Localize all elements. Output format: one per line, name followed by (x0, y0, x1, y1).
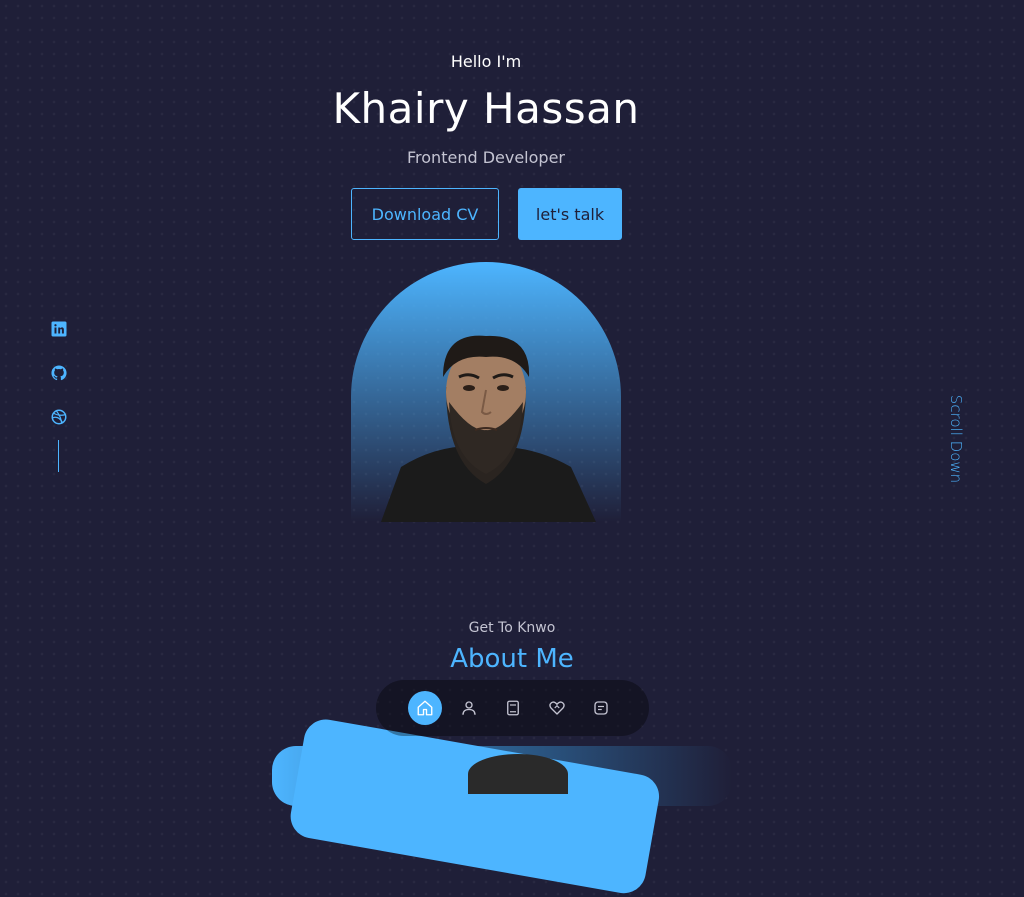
about-photo (468, 754, 568, 794)
services-icon (548, 701, 565, 715)
nav-about[interactable] (452, 691, 486, 725)
lets-talk-button[interactable]: let's talk (518, 188, 622, 240)
bottom-nav (376, 680, 649, 736)
nav-experience[interactable] (496, 691, 530, 725)
scroll-down-link[interactable]: Scroll Down (947, 389, 965, 489)
hero-greeting: Hello I'm (450, 52, 522, 71)
github-icon[interactable] (50, 364, 68, 382)
hero-name: Khairy Hassan (332, 84, 640, 133)
hero-role: Frontend Developer (407, 148, 565, 167)
linkedin-icon[interactable] (50, 320, 68, 338)
nav-services[interactable] (540, 691, 574, 725)
about-subtitle: Get To Knwo (468, 620, 556, 636)
profile-photo (381, 335, 596, 522)
message-icon (593, 701, 608, 715)
download-cv-button[interactable]: Download CV (351, 188, 499, 240)
social-links (48, 320, 70, 452)
about-title: About Me (450, 644, 574, 674)
nav-home[interactable] (407, 691, 442, 725)
profile-photo-frame (351, 262, 621, 522)
book-icon (506, 700, 519, 716)
nav-contact[interactable] (584, 691, 618, 725)
user-icon (461, 701, 476, 715)
home-icon (417, 700, 432, 716)
social-divider (58, 440, 59, 472)
dribbble-icon[interactable] (50, 408, 68, 426)
about-card-accent (287, 716, 663, 897)
